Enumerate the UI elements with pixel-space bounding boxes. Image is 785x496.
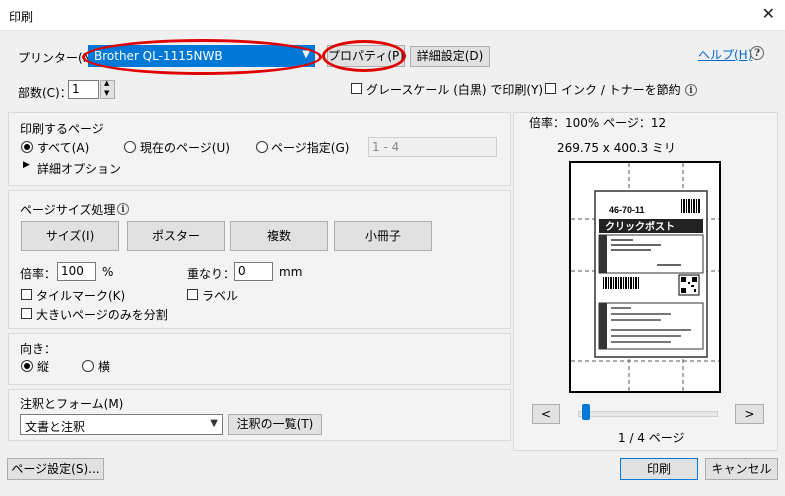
help-link[interactable]: ヘルプ(H) xyxy=(698,46,752,63)
summarize-comments-button[interactable]: 注釈の一覧(T) xyxy=(228,414,322,435)
save-ink-label: インク / トナーを節約 xyxy=(561,83,681,97)
page-range-label: ページ指定(G) xyxy=(271,141,350,155)
landscape-label: 横 xyxy=(98,360,111,374)
title-bar: 印刷 ✕ xyxy=(0,0,785,31)
orientation-panel: 向き： 縦 横 xyxy=(8,333,511,385)
page-setup-button[interactable]: ページ設定(S)... xyxy=(7,458,104,480)
tab-multiple[interactable]: 複数 xyxy=(230,221,328,251)
split-large-checkbox[interactable] xyxy=(21,308,32,319)
overlap-unit: mm xyxy=(279,265,303,279)
comments-panel: 注釈とフォーム(M) 文書と注釈 ▼ 注釈の一覧(T) xyxy=(8,389,511,441)
preview-header: 倍率：100% ページ：12 xyxy=(529,116,667,130)
page-range-radio[interactable] xyxy=(256,141,268,153)
scale-input[interactable]: 100 xyxy=(57,262,96,281)
copies-input[interactable]: 1 xyxy=(68,80,99,99)
comments-heading: 注釈とフォーム(M) xyxy=(20,397,124,411)
preview-page-indicator: 1 / 4 ページ xyxy=(618,431,685,445)
help-icon[interactable]: ? xyxy=(750,46,764,60)
tab-booklet[interactable]: 小冊子 xyxy=(334,221,432,251)
copies-stepper[interactable]: ▲ ▼ xyxy=(100,79,115,99)
page-sizing-heading: ページサイズ処理 xyxy=(20,203,116,217)
orientation-heading: 向き： xyxy=(20,342,57,356)
grayscale-label: グレースケール (白黒) で印刷(Y) xyxy=(366,83,544,97)
preview-page-graphic: 46-70-11 クリックポスト xyxy=(571,163,719,391)
preview-panel: 倍率：100% ページ：12 269.75 x 400.3 ミリ 46-70-1… xyxy=(513,112,778,451)
tile-marks-label: タイルマーク(K) xyxy=(36,289,126,303)
split-large-label: 大きいページのみを分割 xyxy=(36,308,168,322)
scale-label: 倍率： xyxy=(20,267,57,281)
save-ink-checkbox[interactable] xyxy=(545,83,556,94)
scale-unit: % xyxy=(102,265,114,279)
advanced-button[interactable]: 詳細設定(D) xyxy=(410,46,490,67)
preview-dimensions: 269.75 x 400.3 ミリ xyxy=(557,141,676,155)
annotation-oval-printer xyxy=(82,39,322,75)
chevron-down-icon: ▼ xyxy=(210,418,218,429)
tile-marks-checkbox[interactable] xyxy=(21,289,32,300)
preview-postal-code: 46-70-11 xyxy=(609,205,645,215)
tab-size[interactable]: サイズ(I) xyxy=(21,221,119,251)
stepper-down-icon[interactable]: ▼ xyxy=(104,89,109,97)
more-options-toggle[interactable]: 詳細オプション xyxy=(37,160,121,177)
expand-triangle-icon[interactable]: ▶ xyxy=(23,160,30,170)
window-title: 印刷 xyxy=(9,10,34,24)
page-sizing-panel: ページサイズ処理 i サイズ(I) ポスター 複数 小冊子 倍率： 100 % … xyxy=(8,190,511,329)
grayscale-checkbox[interactable] xyxy=(351,83,362,94)
pages-heading: 印刷するページ xyxy=(20,122,104,136)
info-icon: i xyxy=(117,203,129,215)
comments-select-value: 文書と注釈 xyxy=(25,420,86,434)
annotation-oval-properties xyxy=(322,40,406,72)
tab-poster[interactable]: ポスター xyxy=(127,221,225,251)
all-pages-radio[interactable] xyxy=(21,141,33,153)
page-range-input[interactable]: 1 - 4 xyxy=(368,137,497,157)
overlap-label: 重なり： xyxy=(187,267,236,281)
copies-label: 部数(C)： xyxy=(18,86,72,100)
close-icon[interactable]: ✕ xyxy=(762,4,775,23)
pages-to-print-panel: 印刷するページ すべて(A) 現在のページ(U) ページ指定(G) 1 - 4 … xyxy=(8,112,511,186)
preview-slider-track[interactable] xyxy=(578,411,718,417)
preview-next-button[interactable]: > xyxy=(735,404,764,424)
current-page-label: 現在のページ(U) xyxy=(140,141,230,155)
preview-brand-text: クリックポスト xyxy=(605,220,675,233)
preview-page: 46-70-11 クリックポスト xyxy=(569,161,721,393)
labels-checkbox[interactable] xyxy=(187,289,198,300)
stepper-up-icon[interactable]: ▲ xyxy=(104,79,109,87)
preview-prev-button[interactable]: < xyxy=(532,404,560,424)
portrait-label: 縦 xyxy=(37,360,50,374)
comments-select[interactable]: 文書と注釈 ▼ xyxy=(20,414,223,435)
info-icon: i xyxy=(685,84,697,96)
current-page-radio[interactable] xyxy=(124,141,136,153)
all-pages-label: すべて(A) xyxy=(37,141,90,155)
preview-slider-thumb[interactable] xyxy=(581,404,590,420)
landscape-radio[interactable] xyxy=(82,360,94,372)
overlap-input[interactable]: 0 xyxy=(234,262,273,281)
labels-label: ラベル xyxy=(202,289,239,303)
cancel-button[interactable]: キャンセル xyxy=(705,458,778,480)
print-button[interactable]: 印刷 xyxy=(620,458,698,480)
portrait-radio[interactable] xyxy=(21,360,33,372)
